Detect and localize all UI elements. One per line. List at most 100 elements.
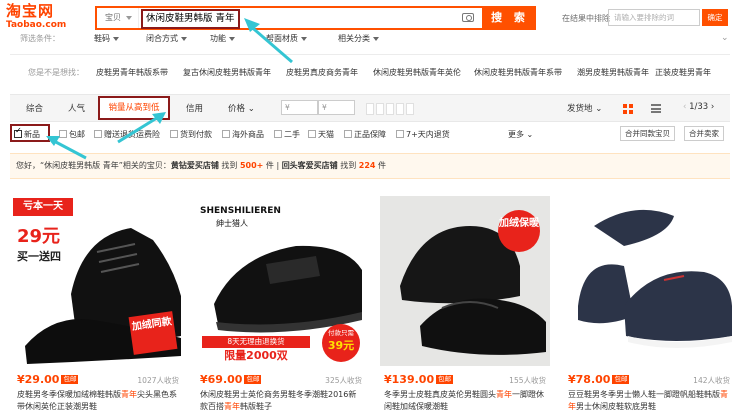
checkbox-return-insurance[interactable]: 赠送退货运费险 (94, 129, 160, 140)
checkbox-box (59, 130, 67, 138)
filter-related-category[interactable]: 相关分类 (338, 33, 379, 44)
price-min-input[interactable]: ¥ (281, 100, 318, 115)
price-max-input[interactable]: ¥ (318, 100, 355, 115)
checkbox-box (308, 130, 316, 138)
notice-text: ”相关的宝贝： (118, 161, 171, 170)
notice-text: 件 | (263, 161, 282, 170)
checkbox-label: 二手 (284, 130, 300, 139)
sort-credit-tab[interactable]: 信用 (186, 102, 203, 114)
sales-count: 155人收货 (509, 376, 546, 385)
prev-page-icon[interactable]: ‹ (683, 102, 686, 112)
checkbox-label: 赠送退货运费险 (104, 130, 160, 139)
product-title[interactable]: 皮鞋男冬季保暖加绒棉鞋韩版青年尖头黑色系带休闲英伦正装潮男鞋 (17, 389, 181, 413)
checkbox-cod[interactable]: 货到付款 (170, 129, 212, 140)
price-distribution-bar[interactable] (396, 103, 404, 115)
checkbox-box (344, 130, 352, 138)
checkbox-filter-row: 新品 包邮 赠送退货运费险 货到付款 海外商品 二手 天猫 正品保障 7+天内退… (10, 124, 730, 144)
notice-shop-link[interactable]: 黄钻爱买店铺 (171, 161, 219, 170)
title-text: 冬季男士皮鞋真皮英伦男鞋圆头 (384, 390, 496, 399)
checkbox-label: 正品保障 (354, 130, 386, 139)
more-filters-dropdown[interactable]: 更多 ⌄ (508, 129, 533, 140)
filter-function[interactable]: 功能 (210, 33, 235, 44)
price-value: ¥139.00 (384, 373, 435, 386)
title-keyword: 青年 (121, 390, 137, 399)
merge-same-button[interactable]: 合并同款宝贝 (620, 126, 675, 141)
search-button[interactable]: 搜 索 (484, 6, 536, 30)
product-title[interactable]: 休闲皮鞋男士英伦商务男鞋冬季潮鞋2016新款百搭青年韩版鞋子 (200, 389, 364, 413)
suggestion-item[interactable]: 复古休闲皮鞋男韩版青年 (183, 67, 271, 78)
product-card[interactable]: SHENSHILIEREN 绅士猎人 8天无理由退换货 限量2000双 付款只需… (196, 196, 366, 417)
checkbox-overseas[interactable]: 海外商品 (222, 129, 264, 140)
next-page-icon[interactable]: › (711, 102, 714, 112)
annotation-box (10, 124, 50, 142)
notice-count: 500+ (239, 161, 264, 170)
sort-price-tab[interactable]: 价格 ⌄ (228, 102, 255, 114)
limited-qty: 限量2000双 (202, 348, 310, 364)
checkbox-box (396, 130, 404, 138)
camera-icon[interactable] (462, 13, 474, 22)
product-price: ¥69.00 包邮 (200, 373, 262, 386)
product-title[interactable]: 冬季男士皮鞋真皮英伦男鞋圆头青年一脚蹬休闲鞋加绒保暖潮鞋 (384, 389, 548, 413)
sort-default-tab[interactable]: 综合 (26, 102, 43, 114)
free-shipping-badge: 包邮 (436, 375, 454, 384)
price-badge: 付款只需 39元 (322, 324, 360, 362)
merge-seller-button[interactable]: 合并卖家 (684, 126, 724, 141)
filter-size[interactable]: 鞋码 (94, 33, 119, 44)
price-distribution-bar[interactable] (386, 103, 394, 115)
notice-shop-link[interactable]: 回头客爱买店铺 (282, 161, 338, 170)
checkbox-secondhand[interactable]: 二手 (274, 129, 300, 140)
sort-popularity-tab[interactable]: 人气 (68, 102, 85, 114)
sort-bar: 综合 人气 销量从高到低 信用 价格 ⌄ ¥ ¥ 发货地 ⌄ ‹ 1/33 › (10, 94, 730, 122)
checkbox-box (94, 130, 102, 138)
product-price: ¥139.00 包邮 (384, 373, 454, 386)
exclude-label: 在结果中排除 (562, 14, 610, 23)
product-card[interactable]: 亏本一天 29元 买一送四 加绒同款 ¥29.00 包邮 1027人收货 皮鞋男冬… (13, 196, 183, 417)
suggestion-item[interactable]: 休闲皮鞋男韩版青年系带 (474, 67, 562, 78)
checkbox-genuine[interactable]: 正品保障 (344, 129, 386, 140)
ship-from-select[interactable]: 发货地 ⌄ (567, 102, 602, 114)
checkbox-7day-return[interactable]: 7+天内退货 (396, 129, 450, 140)
product-image[interactable]: 亏本一天 29元 买一送四 加绒同款 (13, 196, 183, 366)
product-card[interactable]: 加绒保暖 ¥139.00 包邮 155人收货 冬季男士皮鞋真皮英伦男鞋圆头青年一脚… (380, 196, 550, 417)
promo-badge: 加绒同款 (128, 311, 178, 355)
product-image[interactable]: 加绒保暖 (380, 196, 550, 366)
search-scope-select[interactable]: 宝贝 (97, 8, 139, 28)
sort-sales-tab[interactable]: 销量从高到低 (98, 96, 170, 120)
filter-upper-material[interactable]: 帮面材质 (266, 33, 307, 44)
notice-count: 224 (358, 161, 376, 170)
suggestion-item[interactable]: 正装皮鞋男青年 (655, 67, 711, 78)
more-label: 更多 (508, 130, 524, 139)
filter-closure[interactable]: 闭合方式 (146, 33, 187, 44)
search-input[interactable]: 休闲皮鞋男韩版 青年 (141, 9, 441, 29)
notice-text: 件 (375, 161, 387, 170)
sales-count: 142人收货 (693, 376, 730, 385)
ship-from-label: 发货地 (567, 104, 593, 114)
suggestion-item[interactable]: 皮鞋男青年韩版系带 (96, 67, 168, 78)
chevron-down-icon (126, 16, 132, 20)
grid-view-icon[interactable] (623, 104, 633, 114)
price-distribution-bar[interactable] (376, 103, 384, 115)
product-card[interactable]: ¥78.00 包邮 142人收货 豆豆鞋男冬季男士懒人鞋一脚蹬帆船鞋韩版青年男士休… (564, 196, 734, 417)
pay-price: 39元 (327, 339, 355, 352)
notice-text: 找到 (218, 161, 240, 170)
exclude-input[interactable]: 请输入要排除的词 (608, 9, 700, 26)
expand-filters-icon[interactable]: ⌄ (721, 33, 729, 43)
checkbox-tmall[interactable]: 天猫 (308, 129, 334, 140)
checkbox-label: 海外商品 (232, 130, 264, 139)
price-distribution-bar[interactable] (366, 103, 374, 115)
notice-text: 找到 (337, 161, 359, 170)
suggestion-item[interactable]: 休闲皮鞋男韩版青年英伦 (373, 67, 461, 78)
exclude-confirm-button[interactable]: 确定 (702, 9, 728, 26)
product-title[interactable]: 豆豆鞋男冬季男士懒人鞋一脚蹬帆船鞋韩版青年男士休闲皮鞋软底男鞋 (568, 389, 732, 413)
suggestion-item[interactable]: 潮男皮鞋男韩版青年 (577, 67, 649, 78)
list-view-icon[interactable] (651, 104, 661, 113)
sort-price-label: 价格 (228, 104, 246, 114)
product-price: ¥78.00 包邮 (568, 373, 630, 386)
product-image[interactable]: SHENSHILIEREN 绅士猎人 8天无理由退换货 限量2000双 付款只需… (196, 196, 366, 366)
price-distribution-bar[interactable] (406, 103, 414, 115)
free-shipping-badge: 包邮 (244, 375, 262, 384)
checkbox-box (170, 130, 178, 138)
product-image[interactable] (564, 196, 734, 366)
checkbox-free-shipping[interactable]: 包邮 (59, 129, 85, 140)
suggestion-item[interactable]: 皮鞋男真皮商务青年 (286, 67, 358, 78)
